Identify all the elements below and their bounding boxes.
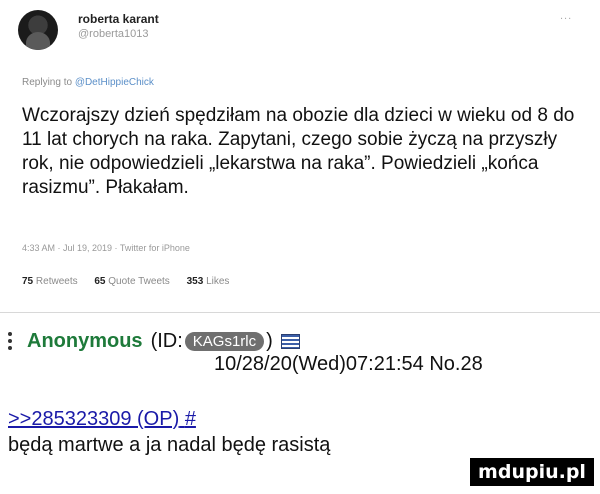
tweet-author-handle[interactable]: @roberta1013 (78, 28, 149, 40)
likes-count: 353 (186, 276, 204, 287)
post-header: Anonymous (ID: KAGs1rlc ) (8, 329, 300, 353)
divider (0, 312, 600, 313)
avatar[interactable] (18, 10, 58, 50)
retweets-label: Retweets (35, 276, 78, 287)
quotes-stat[interactable]: 65 Quote Tweets (94, 276, 169, 287)
replying-to-line: Replying to @DetHippieChick (22, 77, 154, 88)
retweets-stat[interactable]: 75 Retweets (22, 276, 78, 287)
quotes-count: 65 (94, 276, 106, 287)
post-menu-icon[interactable] (8, 329, 13, 353)
tweet-author-name[interactable]: roberta karant (78, 12, 159, 26)
more-options-icon[interactable]: ... (560, 10, 572, 22)
watermark-logo: mdupiu.pl (470, 458, 594, 486)
retweets-count: 75 (22, 276, 34, 287)
reply-reference: >>285323309 (OP) # (8, 408, 196, 431)
id-prefix: (ID: (150, 329, 183, 352)
tweet-timestamp[interactable]: 4:33 AM · Jul 19, 2019 · Twitter for iPh… (22, 243, 190, 253)
tweet-stats: 75 Retweets 65 Quote Tweets 353 Likes (22, 276, 229, 287)
likes-stat[interactable]: 353 Likes (187, 276, 230, 287)
replying-mention-link[interactable]: @DetHippieChick (75, 77, 154, 88)
quote-link[interactable]: >>285323309 (OP) (8, 408, 179, 430)
likes-label: Likes (206, 276, 230, 287)
quotes-label: Quote Tweets (108, 276, 170, 287)
post-datetime[interactable]: 10/28/20(Wed)07:21:54 No.28 (214, 353, 483, 376)
poster-name: Anonymous (27, 329, 143, 352)
poster-id-badge[interactable]: KAGs1rlc (184, 331, 265, 351)
hash-link[interactable]: # (185, 408, 196, 430)
post-text: będą martwe a ja nadal będę rasistą (8, 434, 331, 456)
id-suffix: ) (266, 329, 273, 352)
replying-prefix: Replying to (22, 77, 73, 88)
flag-icon (280, 333, 300, 349)
tweet-text: Wczorajszy dzień spędziłam na obozie dla… (22, 105, 575, 198)
